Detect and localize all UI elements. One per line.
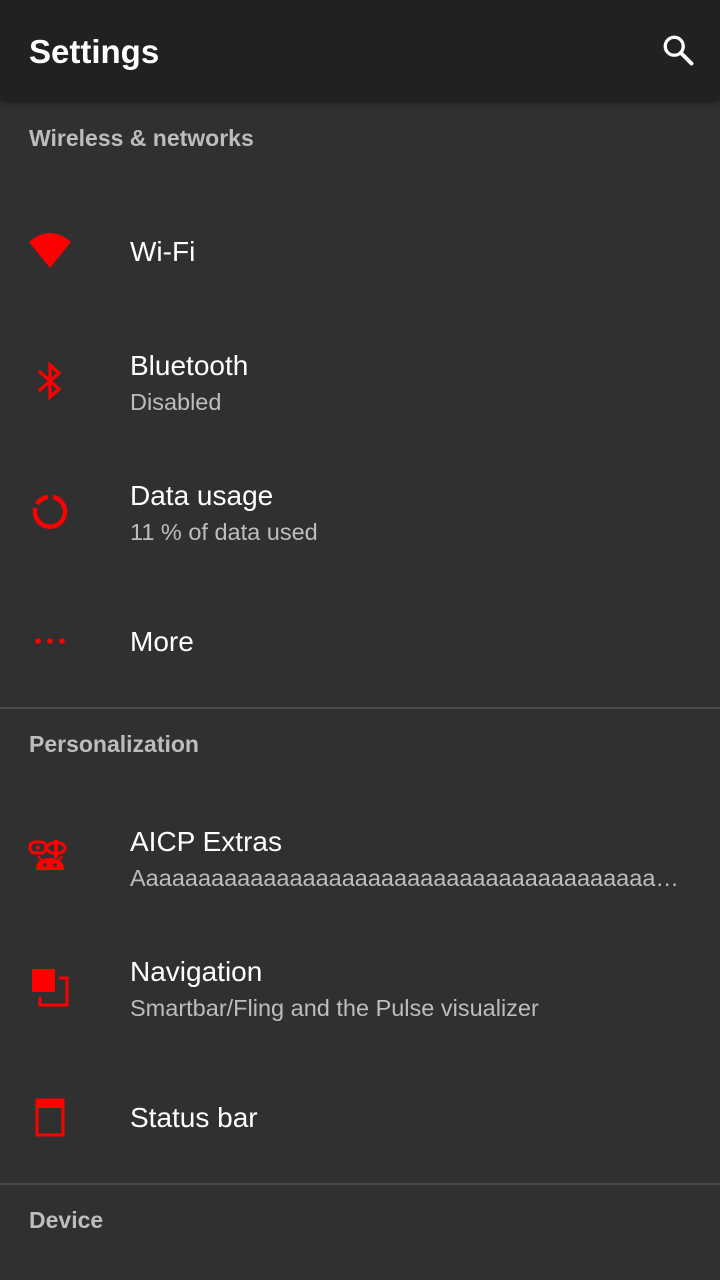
settings-list: Wireless & networks Wi-Fi Bluetooth Disa… xyxy=(0,100,720,1280)
section-divider xyxy=(0,707,720,709)
setting-summary: 11 % of data used xyxy=(130,519,318,545)
app-bar: Settings xyxy=(0,0,720,100)
search-icon xyxy=(663,35,694,66)
setting-summary: Aaaaaaaaaaaaaaaaaaaaaaaaaaaaaaaaaaaaaaaa… xyxy=(130,865,685,891)
setting-item-more[interactable]: More xyxy=(0,576,720,706)
setting-summary: Disabled xyxy=(130,389,222,415)
setting-item-wifi[interactable]: Wi-Fi xyxy=(0,188,720,316)
aicp-icon xyxy=(26,834,74,882)
setting-summary: Smartbar/Fling and the Pulse visualizer xyxy=(130,995,539,1021)
setting-title: More xyxy=(130,626,194,657)
section-header-wireless: Wireless & networks xyxy=(29,125,254,151)
page-title: Settings xyxy=(29,33,160,70)
setting-item-bluetooth[interactable]: Bluetooth Disabled xyxy=(0,316,720,446)
navigation-icon xyxy=(26,964,74,1012)
section-header-personalization: Personalization xyxy=(29,731,199,757)
bluetooth-icon xyxy=(26,357,74,405)
section-header-device: Device xyxy=(29,1207,104,1233)
more-dots-icon xyxy=(26,617,74,665)
setting-title: AICP Extras xyxy=(130,826,282,857)
section-divider xyxy=(0,1183,720,1185)
setting-title: Status bar xyxy=(130,1102,258,1133)
setting-item-data-usage[interactable]: Data usage 11 % of data used xyxy=(0,446,720,576)
setting-title: Bluetooth xyxy=(130,350,249,381)
data-usage-icon xyxy=(26,488,74,536)
status-bar-icon xyxy=(26,1094,74,1142)
search-button[interactable] xyxy=(656,28,700,72)
setting-item-navigation[interactable]: Navigation Smartbar/Fling and the Pulse … xyxy=(0,922,720,1052)
setting-item-status-bar[interactable]: Status bar xyxy=(0,1052,720,1182)
setting-title: Wi-Fi xyxy=(130,236,196,267)
wifi-icon xyxy=(26,228,74,276)
setting-title: Data usage xyxy=(130,480,274,511)
setting-title: Navigation xyxy=(130,956,263,987)
setting-item-aicp-extras[interactable]: AICP Extras Aaaaaaaaaaaaaaaaaaaaaaaaaaaa… xyxy=(0,792,720,922)
